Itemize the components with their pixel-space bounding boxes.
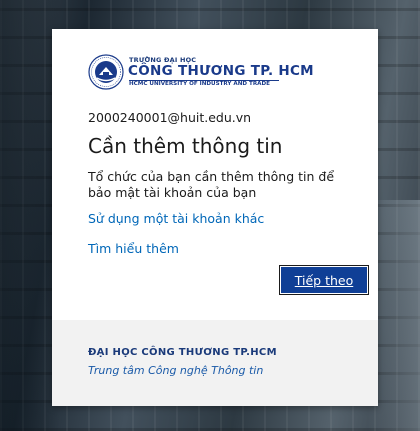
background-shade-left xyxy=(0,0,60,431)
logo-sub-text: HCMC UNIVERSITY OF INDUSTRY AND TRADE xyxy=(129,81,270,87)
learn-more-link[interactable]: Tìm hiểu thêm xyxy=(88,241,179,256)
sign-in-card: TRƯỜNG ĐẠI HỌC CÔNG THƯƠNG TP. HCM HCMC … xyxy=(52,29,378,406)
use-other-account-link[interactable]: Sử dụng một tài khoản khác xyxy=(88,211,264,226)
info-description: Tổ chức của bạn cần thêm thông tin để bả… xyxy=(88,169,335,200)
university-emblem-icon xyxy=(88,54,124,90)
card-footer: ĐẠI HỌC CÔNG THƯƠNG TP.HCM Trung tâm Côn… xyxy=(52,320,378,406)
university-logo: TRƯỜNG ĐẠI HỌC CÔNG THƯƠNG TP. HCM HCMC … xyxy=(88,54,314,90)
footer-title: ĐẠI HỌC CÔNG THƯƠNG TP.HCM xyxy=(88,347,277,358)
logo-main-text: CÔNG THƯƠNG TP. HCM xyxy=(128,63,314,79)
page-title: Cần thêm thông tin xyxy=(88,134,283,158)
account-email: 2000240001@huit.edu.vn xyxy=(88,110,252,125)
next-button[interactable]: Tiếp theo xyxy=(280,266,368,294)
footer-subtitle: Trung tâm Công nghệ Thông tin xyxy=(88,364,264,377)
